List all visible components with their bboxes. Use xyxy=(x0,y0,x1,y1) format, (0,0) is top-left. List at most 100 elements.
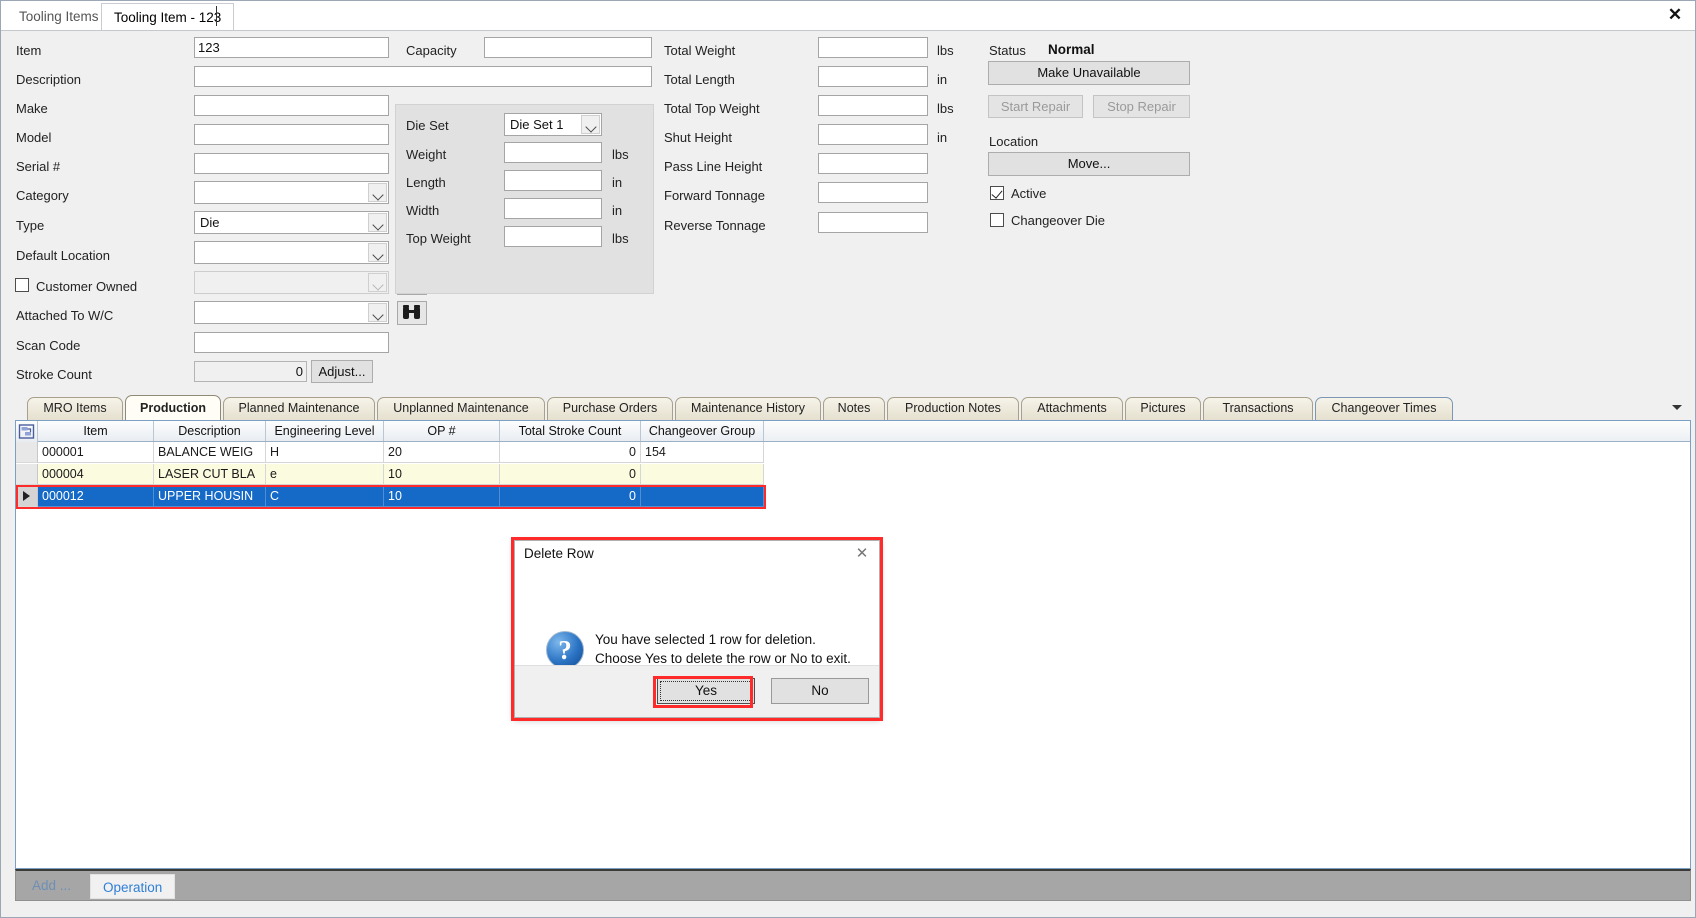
serial-input[interactable] xyxy=(194,153,389,174)
attached-to-wc-lookup-button[interactable] xyxy=(397,301,427,325)
capacity-input[interactable] xyxy=(484,37,652,58)
grid-col-changeover-group[interactable]: Changeover Group xyxy=(641,421,764,441)
cell-engineering-level: C xyxy=(266,486,384,507)
total-top-weight-input[interactable] xyxy=(818,95,928,116)
unit-total-length: in xyxy=(937,72,948,87)
die-length-input[interactable] xyxy=(504,170,602,191)
chevron-down-icon[interactable] xyxy=(581,115,600,134)
die-width-input[interactable] xyxy=(504,198,602,219)
adjust-button[interactable]: Adjust... xyxy=(311,360,373,383)
grid-col-total-stroke-count[interactable]: Total Stroke Count xyxy=(500,421,641,441)
type-combo[interactable]: Die xyxy=(194,211,389,234)
row-indicator-current[interactable] xyxy=(16,486,38,507)
label-total-length: Total Length xyxy=(664,72,735,87)
tab-notes[interactable]: Notes xyxy=(823,397,885,420)
tab-unplanned-maintenance[interactable]: Unplanned Maintenance xyxy=(377,397,545,420)
tab-maintenance-history[interactable]: Maintenance History xyxy=(675,397,821,420)
make-input[interactable] xyxy=(194,95,389,116)
model-input[interactable] xyxy=(194,124,389,145)
close-icon[interactable]: ✕ xyxy=(1663,4,1687,26)
grid-select-all-icon[interactable] xyxy=(16,421,38,442)
label-die-set: Die Set xyxy=(406,118,449,133)
row-indicator[interactable] xyxy=(16,442,38,463)
tab-pictures[interactable]: Pictures xyxy=(1125,397,1201,420)
chevron-down-icon[interactable] xyxy=(368,243,387,262)
cell-item: 000001 xyxy=(38,442,154,463)
total-weight-input[interactable] xyxy=(818,37,928,58)
cell-changeover-group: 154 xyxy=(641,442,764,463)
dialog-footer: Yes No xyxy=(515,665,879,717)
operation-button[interactable]: Operation xyxy=(90,874,176,899)
chevron-down-icon[interactable] xyxy=(368,213,387,232)
label-reverse-tonnage: Reverse Tonnage xyxy=(664,218,766,233)
customer-owned-combo xyxy=(194,271,389,294)
label-total-top-weight: Total Top Weight xyxy=(664,101,760,116)
description-input[interactable] xyxy=(194,66,652,87)
detail-tab-strip: MRO Items Production Planned Maintenance… xyxy=(15,395,1691,420)
changeover-die-checkbox[interactable] xyxy=(990,213,1004,227)
move-button[interactable]: Move... xyxy=(988,152,1190,176)
label-serial: Serial # xyxy=(16,159,61,174)
cell-item: 000004 xyxy=(38,464,154,485)
tab-mro-items[interactable]: MRO Items xyxy=(27,397,123,420)
label-stroke-count: Stroke Count xyxy=(16,367,92,382)
doc-tab-tooling-items[interactable]: Tooling Items xyxy=(7,3,111,30)
forward-tonnage-input[interactable] xyxy=(818,182,928,203)
grid-col-engineering-level[interactable]: Engineering Level xyxy=(266,421,384,441)
total-length-input[interactable] xyxy=(818,66,928,87)
default-location-combo[interactable] xyxy=(194,241,389,264)
category-combo[interactable] xyxy=(194,181,389,204)
add-label[interactable]: Add ... xyxy=(32,878,71,893)
dialog-close-icon[interactable]: ✕ xyxy=(853,545,871,563)
grid-col-op-number[interactable]: OP # xyxy=(384,421,500,441)
die-top-weight-input[interactable] xyxy=(504,226,602,247)
grid-col-item[interactable]: Item xyxy=(38,421,154,441)
shut-height-input[interactable] xyxy=(818,124,928,145)
tab-changeover-times[interactable]: Changeover Times xyxy=(1315,397,1453,420)
binoculars-icon xyxy=(403,305,420,319)
tab-overflow-chevron-down-icon[interactable] xyxy=(1669,400,1685,416)
label-shut-height: Shut Height xyxy=(664,130,732,145)
cell-total-stroke-count: 0 xyxy=(500,442,641,463)
active-checkbox[interactable] xyxy=(990,186,1004,200)
unit-shut-height: in xyxy=(937,130,948,145)
tab-transactions[interactable]: Transactions xyxy=(1203,397,1313,420)
document-tab-bar: Tooling Items Tooling Item - 123 ✕ xyxy=(1,1,1695,31)
cell-op-number: 10 xyxy=(384,486,500,507)
cell-description: UPPER HOUSIN xyxy=(154,486,266,507)
label-capacity: Capacity xyxy=(406,43,457,58)
tab-purchase-orders[interactable]: Purchase Orders xyxy=(547,397,673,420)
label-changeover-die: Changeover Die xyxy=(1011,213,1105,228)
doc-tab-tooling-item-123[interactable]: Tooling Item - 123 xyxy=(101,3,235,30)
unit-total-top-weight: lbs xyxy=(937,101,954,116)
start-repair-button: Start Repair xyxy=(988,95,1083,118)
chevron-down-icon[interactable] xyxy=(368,303,387,322)
chevron-down-icon[interactable] xyxy=(368,183,387,202)
cell-total-stroke-count: 0 xyxy=(500,486,641,507)
die-weight-input[interactable] xyxy=(504,142,602,163)
table-row-selected[interactable]: 000012 UPPER HOUSIN C 10 0 xyxy=(16,486,764,508)
label-total-weight: Total Weight xyxy=(664,43,736,58)
table-row[interactable]: 000001 BALANCE WEIG H 20 0 154 xyxy=(16,442,764,464)
dialog-yes-button[interactable]: Yes xyxy=(657,678,755,704)
grid-config-icon xyxy=(18,424,35,439)
item-input[interactable] xyxy=(194,37,389,58)
customer-owned-checkbox[interactable] xyxy=(15,278,29,292)
pass-line-height-input[interactable] xyxy=(818,153,928,174)
delete-row-dialog: Delete Row ✕ You have selected 1 row for… xyxy=(514,540,880,718)
tab-attachments[interactable]: Attachments xyxy=(1021,397,1123,420)
label-attached-to-wc: Attached To W/C xyxy=(16,308,114,323)
scan-code-input[interactable] xyxy=(194,332,389,353)
tab-production-notes[interactable]: Production Notes xyxy=(887,397,1019,420)
attached-to-wc-combo[interactable] xyxy=(194,301,389,324)
dialog-no-button[interactable]: No xyxy=(771,678,869,704)
reverse-tonnage-input[interactable] xyxy=(818,212,928,233)
unit-width: in xyxy=(612,203,623,218)
grid-col-description[interactable]: Description xyxy=(154,421,266,441)
tab-planned-maintenance[interactable]: Planned Maintenance xyxy=(223,397,375,420)
die-set-combo[interactable]: Die Set 1 xyxy=(504,113,602,136)
make-unavailable-button[interactable]: Make Unavailable xyxy=(988,61,1190,85)
tab-production[interactable]: Production xyxy=(125,395,221,420)
row-indicator[interactable] xyxy=(16,464,38,485)
table-row[interactable]: 000004 LASER CUT BLA e 10 0 xyxy=(16,464,764,486)
